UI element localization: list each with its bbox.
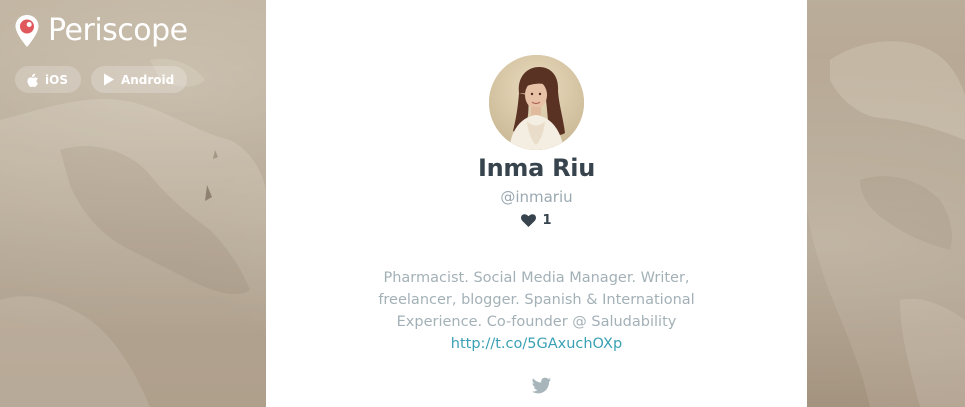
profile-handle: @inmariu bbox=[500, 188, 573, 206]
twitter-icon[interactable] bbox=[532, 376, 551, 395]
heart-icon bbox=[521, 214, 537, 227]
profile-card: Inma Riu @inmariu 1 Pharmacist. Social M… bbox=[266, 0, 807, 407]
ios-button[interactable]: iOS bbox=[15, 66, 81, 93]
profile-bio: Pharmacist. Social Media Manager. Writer… bbox=[366, 267, 707, 355]
apple-icon bbox=[27, 73, 38, 87]
profile-bio-text: Pharmacist. Social Media Manager. Writer… bbox=[378, 270, 695, 330]
ios-button-label: iOS bbox=[45, 72, 68, 87]
brand-header[interactable]: Periscope bbox=[14, 14, 188, 48]
periscope-pin-icon bbox=[15, 15, 39, 47]
profile-display-name: Inma Riu bbox=[478, 154, 595, 182]
avatar-photo bbox=[489, 55, 584, 150]
brand-name: Periscope bbox=[48, 13, 188, 48]
hearts-count: 1 bbox=[266, 213, 807, 228]
app-store-buttons: iOS Android bbox=[15, 66, 188, 93]
android-button-label: Android bbox=[120, 72, 175, 87]
play-store-icon bbox=[103, 73, 114, 86]
profile-bio-link[interactable]: http://t.co/5GAxuchOXp bbox=[451, 336, 622, 352]
avatar bbox=[489, 55, 584, 150]
android-button[interactable]: Android bbox=[90, 66, 188, 93]
hearts-count-value: 1 bbox=[542, 213, 552, 228]
